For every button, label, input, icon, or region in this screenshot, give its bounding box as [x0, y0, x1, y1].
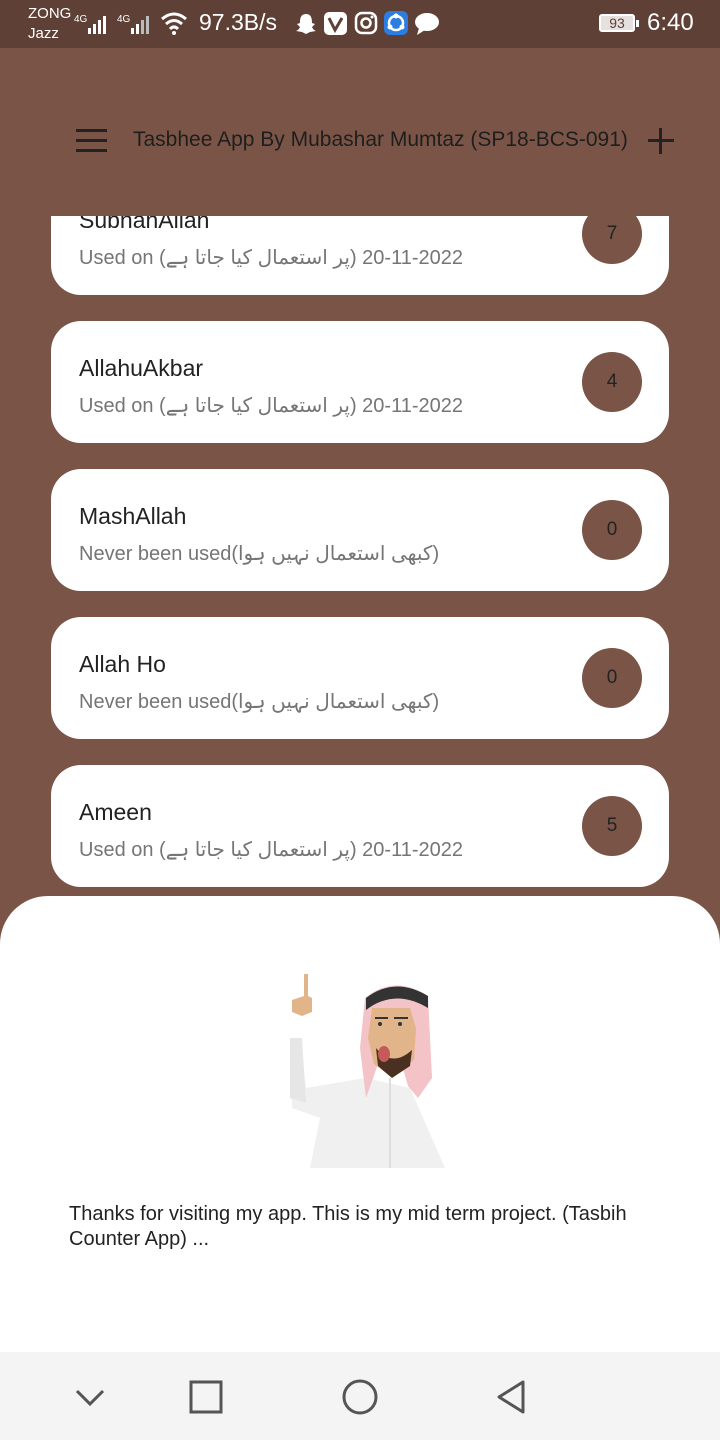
- share-icon: [384, 11, 408, 35]
- list-item[interactable]: AllahuAkbar Used on (پر استعمال کیا جاتا…: [51, 321, 669, 443]
- svg-text:4G: 4G: [74, 14, 88, 25]
- item-status: Used on (پر استعمال کیا جاتا ہے) 2022-11…: [79, 247, 464, 269]
- bottom-sheet: Thanks for visiting my app. This is my m…: [0, 896, 720, 1352]
- plus-icon[interactable]: [644, 120, 678, 160]
- count-badge: 0: [582, 648, 642, 708]
- vpn-icon: [324, 12, 347, 35]
- item-name: Allah Ho: [79, 651, 166, 677]
- app-bar: Tasbhee App By Mubashar Mumtaz (SP18-BCS…: [0, 48, 720, 216]
- carrier-top: ZONG: [28, 5, 72, 22]
- tasbih-list[interactable]: SubhanAllah Used on (پر استعمال کیا جاتا…: [0, 216, 720, 906]
- count-badge: 5: [582, 796, 642, 856]
- item-status: Used on (پر استعمال کیا جاتا ہے) 2022-11…: [79, 395, 464, 417]
- item-name: SubhanAllah: [79, 216, 210, 233]
- carrier-label: ZONG Jazz: [28, 4, 71, 44]
- carrier-bottom: Jazz: [28, 25, 59, 42]
- list-item[interactable]: Allah Ho Never been used(کبھی استعمال نہ…: [51, 617, 669, 739]
- man-pointing-up-illustration: [290, 974, 445, 1168]
- wifi-icon: [161, 12, 187, 35]
- snapchat-icon: [296, 14, 316, 34]
- instagram-icon: [354, 11, 378, 35]
- list-item[interactable]: SubhanAllah Used on (پر استعمال کیا جاتا…: [51, 216, 669, 295]
- back-triangle-icon[interactable]: [489, 1374, 535, 1420]
- status-bar: ZONG Jazz 4G 4G 97.3B/s 93 6:40: [0, 0, 720, 48]
- navigation-bar: [0, 1352, 720, 1440]
- status-clock: 6:40: [647, 9, 694, 36]
- count-badge: 7: [582, 216, 642, 264]
- item-name: Ameen: [79, 799, 152, 825]
- item-name: MashAllah: [79, 503, 187, 529]
- hamburger-menu-icon[interactable]: [72, 122, 112, 158]
- count-badge: 4: [582, 352, 642, 412]
- app-title: Tasbhee App By Mubashar Mumtaz (SP18-BCS…: [133, 128, 628, 151]
- item-name: AllahuAkbar: [79, 355, 204, 381]
- item-status: Never been used(کبھی استعمال نہیں ہوا): [79, 691, 440, 713]
- svg-text:4G: 4G: [117, 14, 131, 25]
- home-circle-icon[interactable]: [337, 1374, 383, 1420]
- network-speed: 97.3B/s: [199, 9, 277, 35]
- item-status: Used on (پر استعمال کیا جاتا ہے) 2022-11…: [79, 839, 464, 861]
- item-status: Never been used(کبھی استعمال نہیں ہوا): [79, 543, 440, 565]
- battery-indicator: 93: [599, 14, 639, 32]
- recents-square-icon[interactable]: [183, 1374, 229, 1420]
- chevron-down-icon[interactable]: [67, 1374, 113, 1420]
- sheet-message: Thanks for visiting my app. This is my m…: [69, 1203, 627, 1250]
- signal-4g-icon: 4G: [74, 14, 106, 34]
- list-item[interactable]: MashAllah Never been used(کبھی استعمال ن…: [51, 469, 669, 591]
- messages-icon: [415, 13, 439, 35]
- list-item[interactable]: Ameen Used on (پر استعمال کیا جاتا ہے) 2…: [51, 765, 669, 887]
- signal-4g-icon: 4G: [117, 14, 149, 34]
- count-badge: 0: [582, 500, 642, 560]
